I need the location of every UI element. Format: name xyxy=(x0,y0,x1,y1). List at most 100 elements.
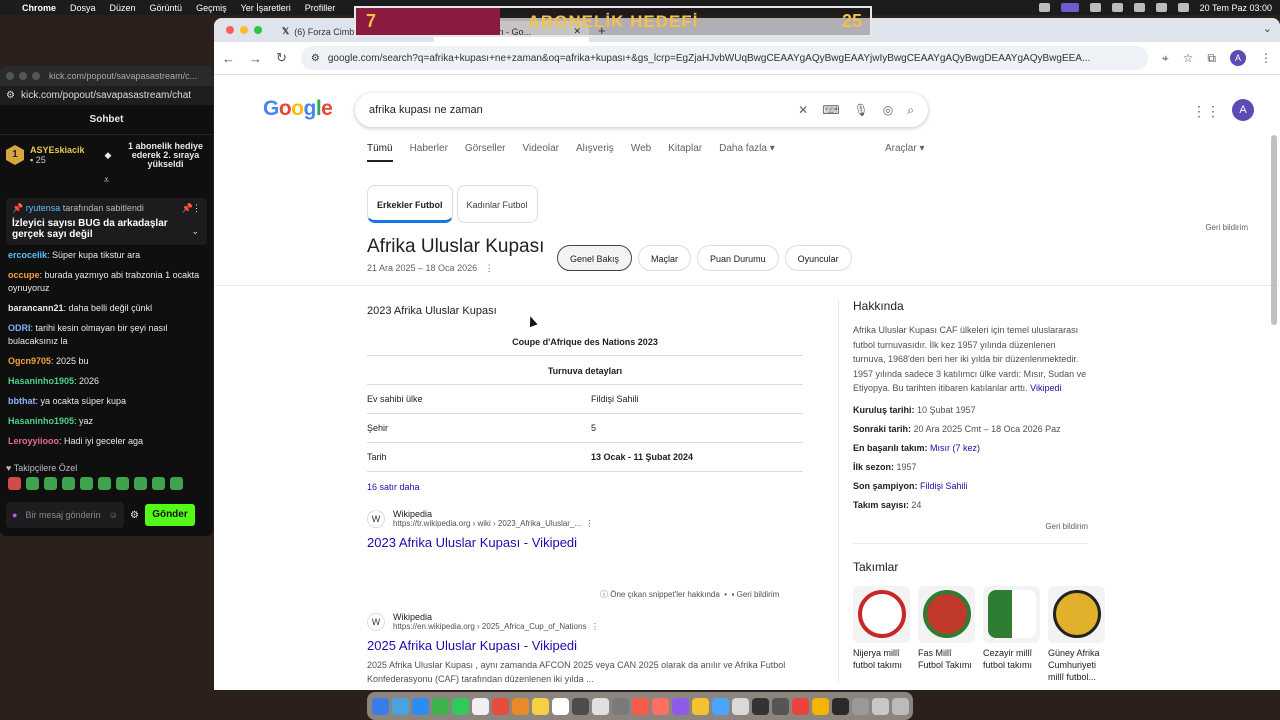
chat-username[interactable]: Hasaninho1905 xyxy=(8,376,74,386)
expand-pinned-icon[interactable]: ⌄ xyxy=(191,226,199,237)
search-input[interactable]: afrika kupası ne zaman xyxy=(369,104,483,116)
tab-search-chevron-icon[interactable]: ⌄ xyxy=(1263,22,1272,35)
pill-standings[interactable]: Puan Durumu xyxy=(697,245,779,271)
menu-history[interactable]: Geçmiş xyxy=(196,3,227,13)
team-card[interactable]: Güney Afrika Cumhuriyeti millî futbol... xyxy=(1048,585,1105,683)
kp-wiki-link[interactable]: Vikipedi xyxy=(1030,383,1061,393)
tab-mens-football[interactable]: Erkekler Futbol xyxy=(367,185,453,223)
dock-app-icon[interactable] xyxy=(831,697,849,715)
dock-app-icon[interactable] xyxy=(491,697,509,715)
emote-icon[interactable] xyxy=(170,477,183,490)
dock-app-icon[interactable] xyxy=(711,697,729,715)
menu-view[interactable]: Görüntü xyxy=(150,3,183,13)
chat-username[interactable]: barancann21 xyxy=(8,303,64,313)
dock-app-icon[interactable] xyxy=(691,697,709,715)
more-rows-link[interactable]: 16 satır daha xyxy=(367,482,803,492)
dock-app-icon[interactable] xyxy=(671,697,689,715)
menu-app-name[interactable]: Chrome xyxy=(22,3,56,13)
profile-avatar[interactable]: A xyxy=(1230,50,1246,66)
lens-icon[interactable]: ◎ xyxy=(883,103,893,117)
dock-app-icon[interactable] xyxy=(771,697,789,715)
chat-username[interactable]: ODRI xyxy=(8,323,31,333)
voice-search-icon[interactable]: 🎙 xyxy=(854,103,869,117)
dock-app-icon[interactable] xyxy=(411,697,429,715)
extensions-icon[interactable]: ⧉ xyxy=(1207,51,1216,66)
pill-overview[interactable]: Genel Bakış xyxy=(557,245,633,271)
emote-icon[interactable] xyxy=(98,477,111,490)
dock-app-icon[interactable] xyxy=(371,697,389,715)
dock-app-icon[interactable] xyxy=(871,697,889,715)
search-icon[interactable] xyxy=(1155,3,1167,12)
control-center-icon[interactable] xyxy=(1038,3,1050,12)
search-box[interactable]: afrika kupası ne zaman ✕ ⌨ 🎙 ◎ ⌕ xyxy=(355,93,928,127)
snippet-feedback-link[interactable]: Geri bildirim xyxy=(737,590,780,599)
dock-app-icon[interactable] xyxy=(591,697,609,715)
search-icon[interactable]: ⌕ xyxy=(907,103,914,118)
dock-app-icon[interactable] xyxy=(471,697,489,715)
dock-app-icon[interactable] xyxy=(851,697,869,715)
close-window-button[interactable] xyxy=(6,72,14,80)
battery-icon[interactable] xyxy=(1111,3,1123,12)
kp-fact-link[interactable]: Mısır (7 kez) xyxy=(930,443,980,453)
chat-address-bar[interactable]: ⚙ kick.com/popout/savapasastream/chat xyxy=(0,86,213,105)
gifter-username[interactable]: ASYEskiacik xyxy=(30,145,85,155)
result-menu-icon[interactable]: ⋮ xyxy=(586,519,594,528)
clear-icon[interactable]: ✕ xyxy=(798,103,808,117)
emote-icon[interactable] xyxy=(80,477,93,490)
reload-button[interactable]: ↻ xyxy=(276,50,287,66)
dock-app-icon[interactable] xyxy=(571,697,589,715)
chat-username[interactable]: ercocelik xyxy=(8,250,47,260)
maximize-window-button[interactable] xyxy=(254,26,262,34)
nav-tab-news[interactable]: Haberler xyxy=(410,143,448,162)
settings-icon[interactable] xyxy=(1089,3,1101,12)
chat-settings-icon[interactable]: ⚙ xyxy=(130,510,139,521)
result-title-link[interactable]: 2025 Afrika Uluslar Kupası - Vikipedi xyxy=(367,638,807,653)
dock-app-icon[interactable] xyxy=(791,697,809,715)
emote-icon[interactable] xyxy=(44,477,57,490)
site-info-icon[interactable]: ⚙ xyxy=(6,90,15,101)
collapse-icon[interactable]: ⩡ xyxy=(0,175,213,186)
wifi-icon[interactable] xyxy=(1133,3,1145,12)
emote-icon[interactable] xyxy=(116,477,129,490)
chat-username[interactable]: Ogcn9705 xyxy=(8,356,51,366)
pill-matches[interactable]: Maçlar xyxy=(638,245,692,271)
nav-tab-books[interactable]: Kitaplar xyxy=(668,143,702,162)
dock-app-icon[interactable] xyxy=(811,697,829,715)
tools-dropdown[interactable]: Araçlar ▾ xyxy=(885,143,925,154)
keyboard-icon[interactable]: ⌨ xyxy=(822,103,839,117)
nav-tab-more[interactable]: Daha fazla ▾ xyxy=(719,143,775,162)
team-card[interactable]: Fas Millî Futbol Takımı xyxy=(918,585,975,683)
team-card[interactable]: Cezayir millî futbol takımı xyxy=(983,585,1040,683)
dock-app-icon[interactable] xyxy=(651,697,669,715)
emote-icon[interactable] xyxy=(26,477,39,490)
forward-button[interactable]: → xyxy=(249,51,262,66)
pill-players[interactable]: Oyuncular xyxy=(784,245,852,271)
menu-profiles[interactable]: Profiller xyxy=(305,3,336,13)
nav-tab-all[interactable]: Tümü xyxy=(367,143,393,162)
emote-icon[interactable] xyxy=(8,477,21,490)
result-source[interactable]: W Wikipedia https://tr.wikipedia.org › w… xyxy=(367,509,807,528)
screen-record-icon[interactable] xyxy=(1060,3,1079,12)
minimize-window-button[interactable] xyxy=(19,72,27,80)
result-menu-icon[interactable]: ⋮ xyxy=(591,622,599,631)
nav-tab-web[interactable]: Web xyxy=(631,143,651,162)
kp-fact-link[interactable]: Fildişi Sahili xyxy=(920,481,968,491)
emote-icon[interactable] xyxy=(62,477,75,490)
google-account-avatar[interactable]: A xyxy=(1232,99,1254,121)
minimize-window-button[interactable] xyxy=(240,26,248,34)
nav-tab-videos[interactable]: Videolar xyxy=(523,143,560,162)
dock-app-icon[interactable] xyxy=(431,697,449,715)
microphone-icon[interactable]: ● xyxy=(12,510,17,520)
dock-app-icon[interactable] xyxy=(611,697,629,715)
dock-app-icon[interactable] xyxy=(731,697,749,715)
team-card[interactable]: Nijerya millî futbol takımı xyxy=(853,585,910,683)
chrome-menu-icon[interactable]: ⋮ xyxy=(1260,51,1272,65)
maximize-window-button[interactable] xyxy=(32,72,40,80)
chat-username[interactable]: Hasaninho1905 xyxy=(8,416,74,426)
dock-app-icon[interactable] xyxy=(511,697,529,715)
about-snippets-link[interactable]: Öne çıkan snippet'ler hakkında xyxy=(610,590,720,599)
kp-feedback-link[interactable]: Geri bildirim xyxy=(853,522,1088,544)
nav-tab-images[interactable]: Görseller xyxy=(465,143,506,162)
site-info-icon[interactable]: ⚙ xyxy=(311,53,320,64)
feedback-link[interactable]: Geri bildirim xyxy=(1205,223,1248,232)
